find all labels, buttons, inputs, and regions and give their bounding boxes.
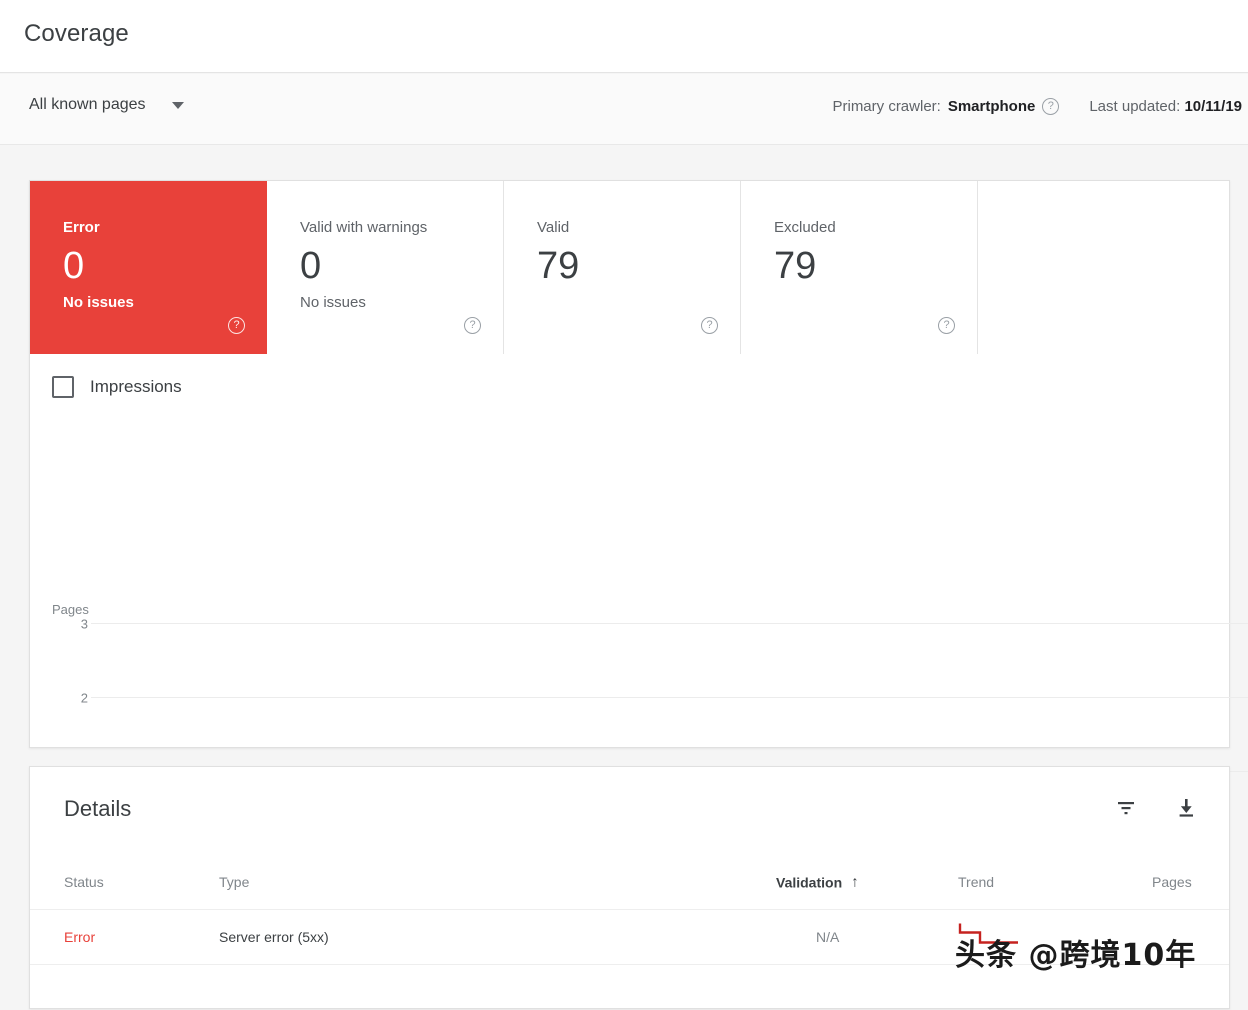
- help-icon[interactable]: ?: [938, 317, 955, 334]
- column-header-trend[interactable]: Trend: [958, 874, 994, 890]
- column-header-validation[interactable]: Validation ↑: [776, 874, 859, 891]
- status-card-title: Valid with warnings: [300, 219, 428, 236]
- status-card-value: 0: [300, 245, 322, 287]
- status-card-subtitle: No issues: [300, 294, 366, 311]
- column-header-status[interactable]: Status: [64, 874, 104, 890]
- column-header-type[interactable]: Type: [219, 874, 249, 890]
- status-card-error[interactable]: Error 0 No issues ?: [30, 181, 267, 354]
- impressions-label: Impressions: [90, 377, 182, 396]
- checkbox-icon[interactable]: [52, 376, 74, 398]
- title-bar: Coverage: [0, 0, 1248, 73]
- primary-crawler: Primary crawler: Smartphone ?: [832, 98, 1060, 115]
- status-card-title: Valid: [537, 219, 570, 236]
- y-tick-label: 2: [80, 690, 88, 706]
- page-filter-dropdown[interactable]: All known pages: [29, 96, 184, 114]
- coverage-panel: Error 0 No issues ? Valid with warnings …: [29, 180, 1248, 879]
- details-table: Status Type Validation ↑ Trend Pages Err…: [30, 855, 1229, 965]
- status-card-empty: [978, 181, 1229, 354]
- cell-trend: [958, 921, 1088, 954]
- gridline: [91, 697, 1248, 698]
- status-card-title: Error: [63, 219, 100, 236]
- y-axis-title: Pages: [52, 602, 89, 617]
- status-card-excluded[interactable]: Excluded 79 ?: [741, 181, 978, 354]
- status-card-subtitle: No issues: [63, 294, 134, 311]
- details-header: Details: [30, 767, 1229, 855]
- trend-sparkline-icon: [958, 923, 1018, 944]
- status-card-valid[interactable]: Valid 79 ?: [504, 181, 741, 354]
- help-icon[interactable]: ?: [228, 317, 245, 334]
- status-card-value: 79: [537, 245, 580, 287]
- help-icon[interactable]: ?: [701, 317, 718, 334]
- page-filter-label: All known pages: [29, 96, 146, 113]
- status-card-row: Error 0 No issues ? Valid with warnings …: [30, 181, 1229, 354]
- last-updated-value: 10/11/19: [1184, 98, 1242, 115]
- chevron-down-icon: [171, 101, 184, 109]
- table-row[interactable]: Error Server error (5xx) N/A: [30, 910, 1229, 965]
- gridline: [91, 623, 1248, 624]
- impressions-toggle[interactable]: Impressions: [52, 376, 182, 398]
- column-header-pages[interactable]: Pages: [1152, 874, 1192, 890]
- filter-icon[interactable]: [1113, 795, 1139, 821]
- column-header-validation-label: Validation: [776, 874, 843, 890]
- download-icon[interactable]: [1173, 795, 1199, 821]
- cell-type: Server error (5xx): [219, 929, 329, 945]
- details-title: Details: [64, 796, 132, 821]
- status-card-value: 79: [774, 245, 817, 287]
- primary-crawler-label: Primary crawler:: [832, 98, 941, 115]
- coverage-page: Coverage All known pages Primary crawler…: [0, 0, 1248, 1010]
- last-updated: Last updated: 10/11/19: [1089, 98, 1242, 115]
- help-icon[interactable]: ?: [1042, 98, 1060, 115]
- sort-ascending-icon: ↑: [851, 873, 859, 891]
- toolbar: All known pages Primary crawler: Smartph…: [0, 74, 1248, 145]
- details-actions: [1113, 795, 1199, 821]
- primary-crawler-value: Smartphone: [947, 98, 1036, 115]
- last-updated-label: Last updated:: [1089, 98, 1181, 115]
- coverage-chart: Impressions Pages 0123 7/17/197/28/198/8…: [30, 354, 1248, 879]
- cell-validation: N/A: [816, 929, 840, 945]
- details-panel: Details Status Type Validation ↑ Trend P…: [29, 766, 1230, 1009]
- y-tick-label: 3: [80, 616, 88, 632]
- status-card-title: Excluded: [774, 219, 836, 236]
- help-icon[interactable]: ?: [464, 317, 481, 334]
- status-card-value: 0: [63, 245, 85, 287]
- status-card-valid-with-warnings[interactable]: Valid with warnings 0 No issues ?: [267, 181, 504, 354]
- page-title: Coverage: [24, 20, 129, 47]
- cell-status: Error: [64, 929, 96, 945]
- table-header-row: Status Type Validation ↑ Trend Pages: [30, 855, 1229, 910]
- toolbar-meta: Primary crawler: Smartphone ? Last updat…: [832, 98, 1242, 115]
